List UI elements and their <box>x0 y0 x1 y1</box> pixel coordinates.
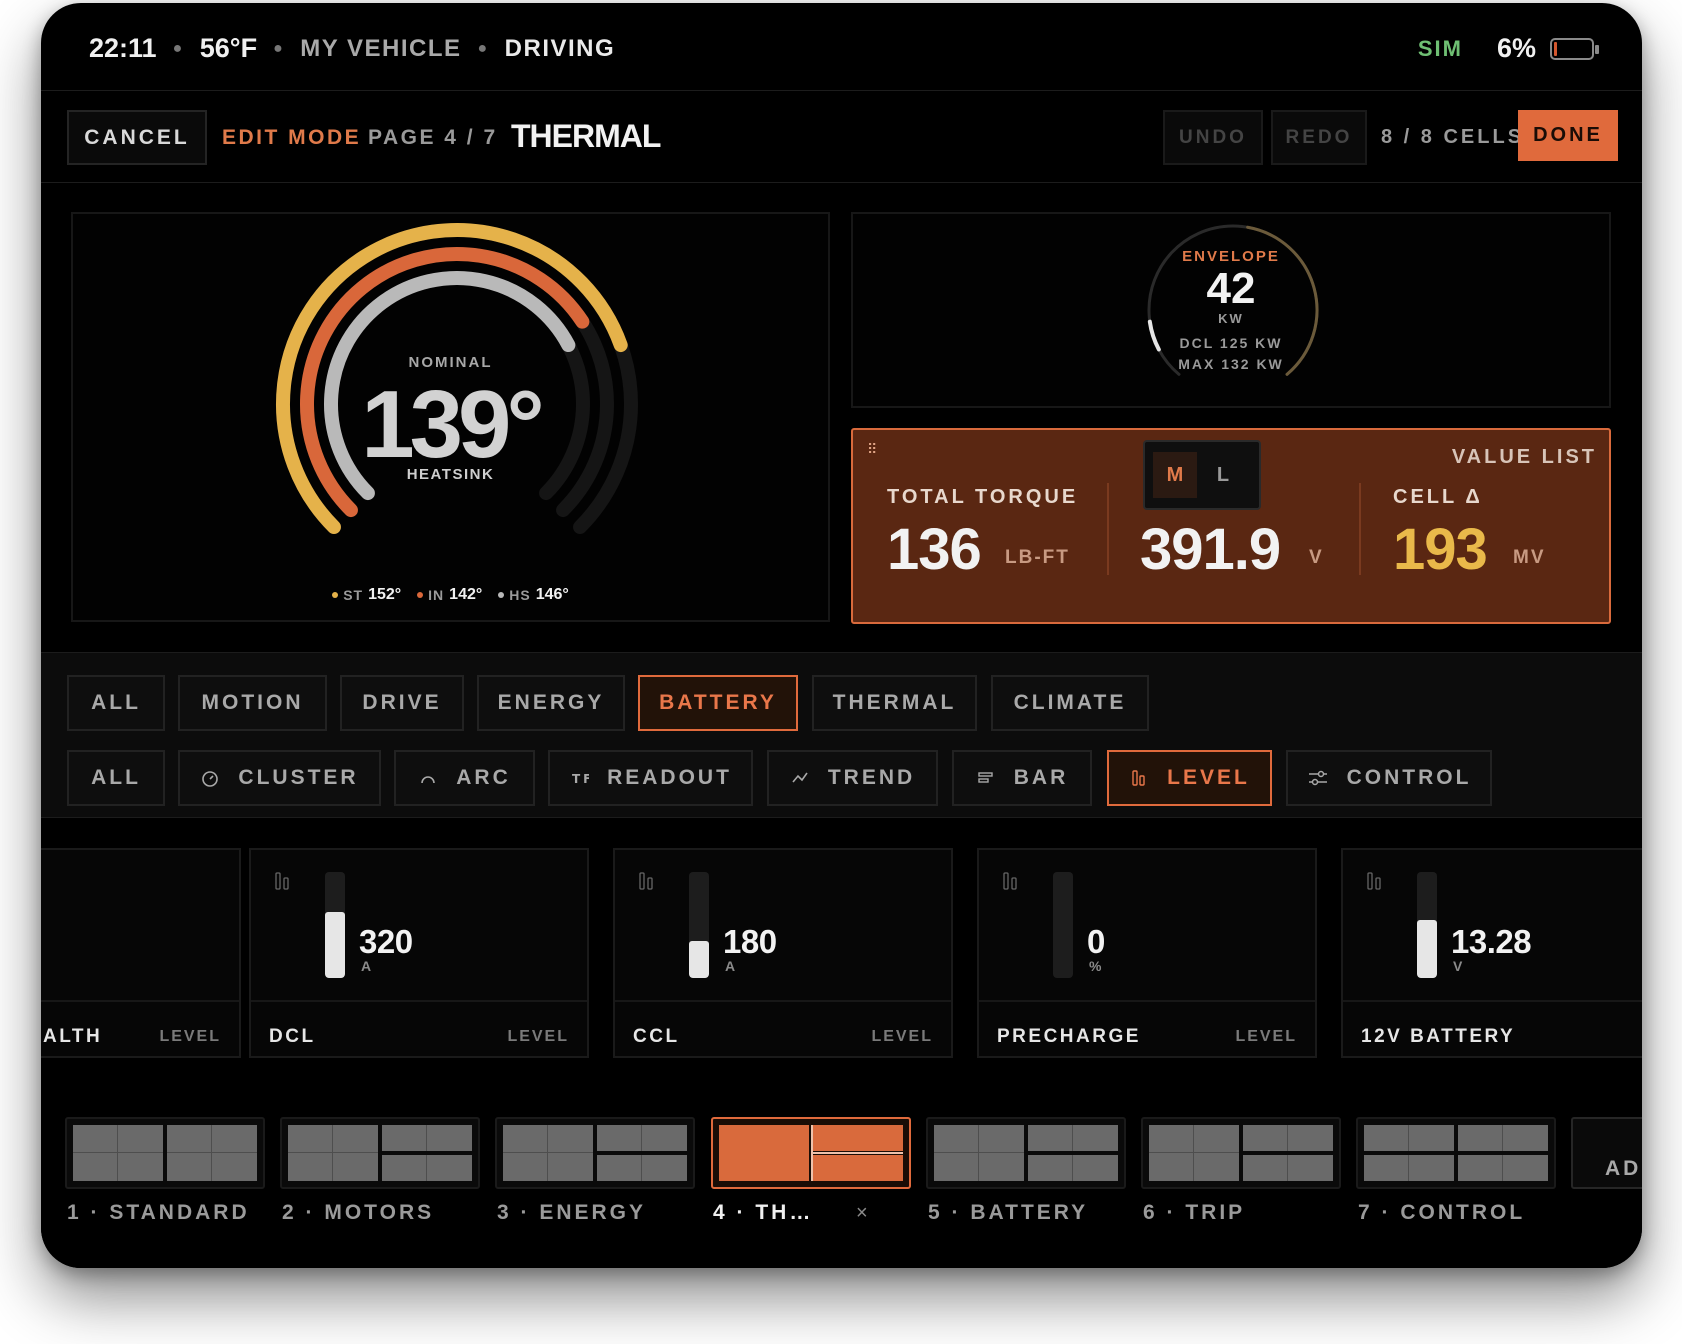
bar-icon <box>976 768 996 788</box>
widget-card-health[interactable]: ALTH LEVEL <box>41 848 241 1058</box>
legend-st: ST 152° <box>332 586 401 604</box>
category-drive[interactable]: DRIVE <box>340 675 464 731</box>
drag-handle-icon[interactable]: ⠿ <box>867 441 877 458</box>
category-energy[interactable]: ENERGY <box>477 675 625 731</box>
level-icon <box>1003 872 1019 895</box>
done-button[interactable]: DONE <box>1518 110 1618 161</box>
level-icon <box>1367 872 1383 895</box>
cell-count: 8 / 8 CELLS <box>1381 126 1525 148</box>
page-label-5[interactable]: 5 · BATTERY <box>928 1201 1088 1225</box>
size-m-button[interactable]: M <box>1153 452 1197 498</box>
page-label-2[interactable]: 2 · MOTORS <box>282 1201 434 1225</box>
category-motion[interactable]: MOTION <box>178 675 327 731</box>
category-battery[interactable]: BATTERY <box>638 675 798 731</box>
level-icon <box>275 872 291 895</box>
level-icon <box>639 872 655 895</box>
legend-hs: HS 146° <box>498 586 569 604</box>
page-thumb-7[interactable] <box>1356 1117 1556 1189</box>
envelope-value: 42 <box>1206 264 1256 313</box>
level-track <box>1053 872 1073 978</box>
page-thumb-6[interactable] <box>1141 1117 1341 1189</box>
page-thumb-3[interactable] <box>495 1117 695 1189</box>
level-track <box>325 872 345 978</box>
gauge-icon <box>200 768 220 788</box>
add-page-button[interactable]: ADD <box>1571 1117 1642 1189</box>
arc-label: HEATSINK <box>406 466 495 483</box>
envelope-max: MAX 132 KW <box>1178 356 1284 372</box>
arc-legend: ST 152° IN 142° HS 146° <box>73 586 828 604</box>
battery-percent: 6% <box>1496 33 1536 63</box>
envelope-dcl: DCL 125 KW <box>1179 335 1283 351</box>
device-screen: 22:11 ● 56°F ● MY VEHICLE ● DRIVING SIM … <box>41 3 1642 1268</box>
type-readout[interactable]: TF READOUT <box>548 750 753 806</box>
arc-status: NOMINAL <box>408 354 493 371</box>
heatsink-arc-tile[interactable]: NOMINAL 139° HEATSINK ST 152° IN 142° HS 14… <box>71 212 830 622</box>
category-all[interactable]: ALL <box>67 675 165 731</box>
edit-toolbar: CANCEL EDIT MODE PAGE 4 / 7 THERMAL UNDO… <box>41 91 1642 183</box>
type-cluster[interactable]: CLUSTER <box>178 750 381 806</box>
edit-mode-label: EDIT MODE <box>222 126 362 149</box>
page-label-6[interactable]: 6 · TRIP <box>1143 1201 1245 1225</box>
page-thumb-1[interactable] <box>65 1117 265 1189</box>
cancel-button[interactable]: CANCEL <box>67 110 207 165</box>
vehicle-name: MY VEHICLE <box>300 34 462 62</box>
envelope-tile[interactable]: ENVELOPE 42 KW DCL 125 KW MAX 132 KW <box>851 212 1611 408</box>
arc-icon <box>418 768 438 788</box>
widget-card-12v-battery[interactable]: 13.28 V 12V BATTERY LEVEL <box>1341 848 1642 1058</box>
page-indicator: PAGE 4 / 7 <box>368 126 498 149</box>
category-climate[interactable]: CLIMATE <box>991 675 1149 731</box>
envelope-unit: KW <box>1218 311 1244 326</box>
category-thermal[interactable]: THERMAL <box>812 675 977 731</box>
type-all[interactable]: ALL <box>67 750 165 806</box>
page-title[interactable]: THERMAL <box>511 118 661 155</box>
page-label-4[interactable]: 4 · TH… <box>713 1201 813 1225</box>
undo-button[interactable]: UNDO <box>1163 110 1263 165</box>
sliders-icon <box>1307 768 1329 788</box>
page-thumb-5[interactable] <box>926 1117 1126 1189</box>
type-trend[interactable]: TREND <box>767 750 938 806</box>
page-thumb-4[interactable] <box>711 1117 911 1189</box>
envelope-label: ENVELOPE <box>1182 248 1280 265</box>
level-icon <box>1129 768 1149 788</box>
close-page-icon[interactable]: × <box>856 1202 868 1225</box>
size-toggle: M L <box>1143 440 1261 510</box>
widget-library: ALTH LEVEL 320 A DCL LEVEL 180 A CCL LEV… <box>41 818 1642 1098</box>
legend-in: IN 142° <box>417 586 482 604</box>
arc-value: 139° <box>361 371 545 478</box>
widget-card-precharge[interactable]: 0 % PRECHARGE LEVEL <box>977 848 1317 1058</box>
type-control[interactable]: CONTROL <box>1286 750 1492 806</box>
page-thumb-2[interactable] <box>280 1117 480 1189</box>
type-level[interactable]: LEVEL <box>1107 750 1272 806</box>
status-bar: 22:11 ● 56°F ● MY VEHICLE ● DRIVING SIM … <box>41 3 1642 91</box>
value-list-tile[interactable]: ⠿ VALUE LIST M L TOTAL TORQUE 136 LB-FT … <box>851 428 1611 624</box>
level-track <box>689 872 709 978</box>
battery-icon <box>1550 37 1599 60</box>
readout-icon: TF <box>569 768 589 788</box>
size-l-button[interactable]: L <box>1201 452 1245 498</box>
value-list-title: VALUE LIST <box>1451 446 1597 468</box>
type-bar[interactable]: BAR <box>952 750 1092 806</box>
sim-badge: SIM <box>1417 35 1463 61</box>
svg-text:TF: TF <box>572 772 589 786</box>
redo-button[interactable]: REDO <box>1271 110 1367 165</box>
drive-state: DRIVING <box>504 34 616 62</box>
level-track <box>1417 872 1437 978</box>
page-strip: 1 · STANDARD 2 · MOTORS 3 · ENERGY 4 · T… <box>41 1098 1642 1268</box>
type-arc[interactable]: ARC <box>394 750 535 806</box>
widget-card-dcl[interactable]: 320 A DCL LEVEL <box>249 848 589 1058</box>
page-label-7[interactable]: 7 · CONTROL <box>1358 1201 1525 1225</box>
page-label-3[interactable]: 3 · ENERGY <box>497 1201 646 1225</box>
outside-temperature: 56°F <box>199 33 258 63</box>
trend-icon <box>790 768 810 788</box>
widget-filters: ALL MOTION DRIVE ENERGY BATTERY THERMAL … <box>41 652 1642 818</box>
clock: 22:11 <box>89 33 157 63</box>
page-label-1[interactable]: 1 · STANDARD <box>67 1201 250 1225</box>
widget-card-ccl[interactable]: 180 A CCL LEVEL <box>613 848 953 1058</box>
